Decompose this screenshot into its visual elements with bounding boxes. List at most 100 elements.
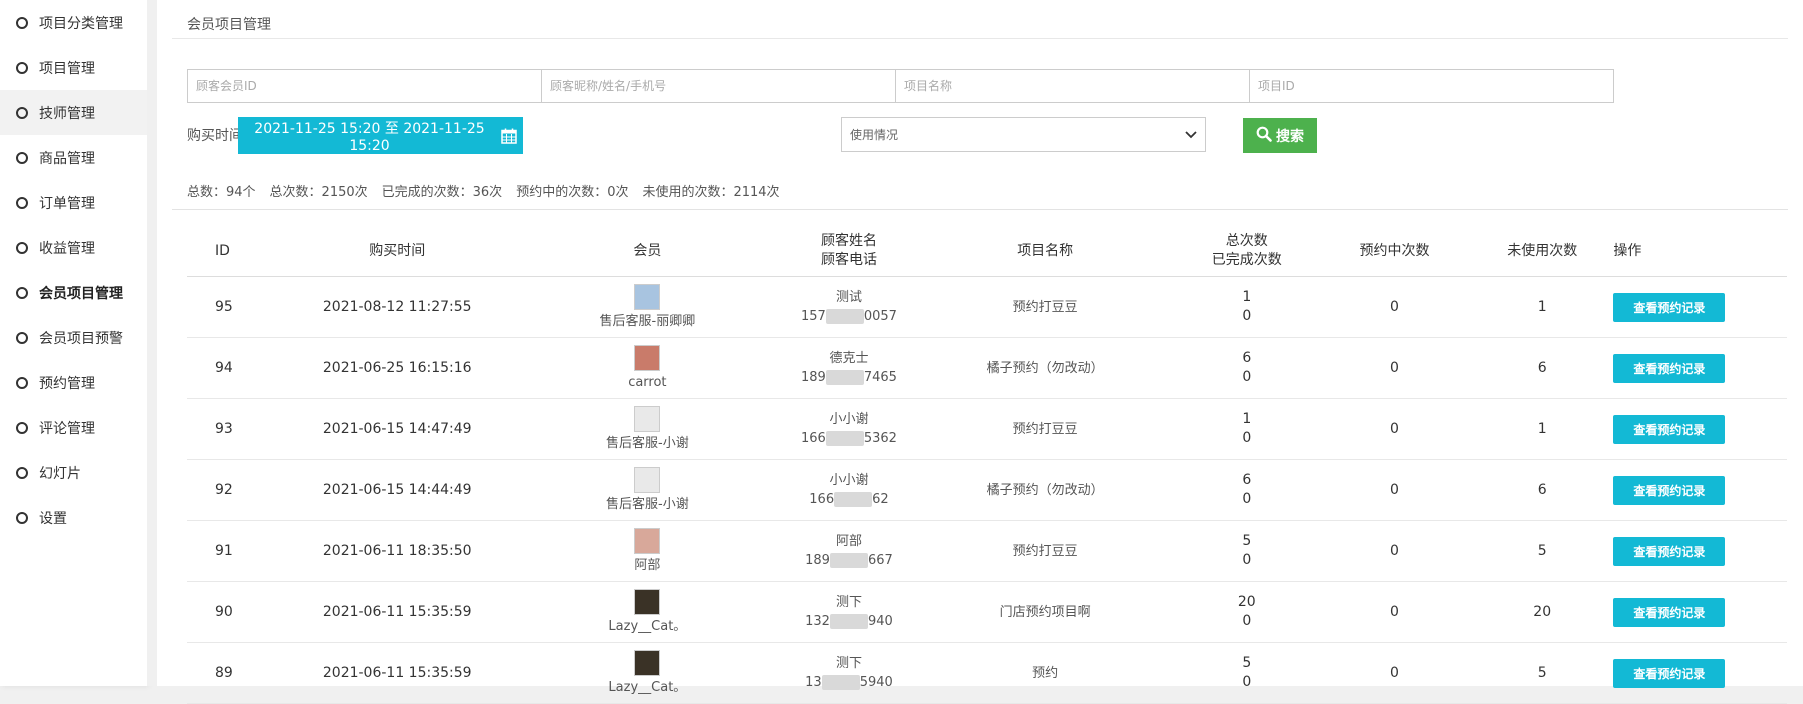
usage-select[interactable]: 使用情况 — [841, 117, 1206, 152]
customer-name: 测下 — [835, 656, 862, 671]
table-row: 93 2021-06-15 14:47:49 售后客服-小谢 小小谢 166 5362 预约… — [187, 398, 1787, 460]
sidebar-item[interactable]: 项目管理 — [0, 45, 147, 90]
date-range-picker[interactable]: 2021-11-25 15:20 至 2021-11-25 15:20 — [238, 117, 523, 154]
phone-mask — [829, 553, 868, 568]
cell-times: 50 — [1175, 642, 1318, 704]
phone-prefix: 166 — [801, 431, 826, 446]
avatar — [634, 466, 661, 493]
customer-name: 阿部 — [835, 534, 862, 549]
view-booking-records-button[interactable]: 查看预约记录 — [1613, 475, 1726, 505]
view-booking-records-button[interactable]: 查看预约记录 — [1613, 414, 1726, 444]
sidebar-item[interactable]: 项目分类管理 — [0, 0, 147, 45]
phone-prefix: 166 — [809, 492, 835, 507]
project-name-input[interactable] — [895, 69, 1260, 103]
cell-customer: 测下 13 5940 — [783, 642, 915, 704]
col-id: ID — [187, 226, 283, 277]
sidebar-item-label: 幻灯片 — [39, 465, 81, 482]
sidebar-item[interactable]: 会员项目管理 — [0, 270, 147, 315]
member-id-input[interactable] — [187, 69, 552, 103]
sidebar-item-label: 设置 — [39, 510, 67, 527]
cell-times: 50 — [1175, 520, 1318, 582]
sidebar-item-label: 订单管理 — [39, 195, 95, 212]
customer-phone: 166 62 — [784, 490, 914, 509]
cell-buy-time: 2021-06-15 14:47:49 — [282, 398, 512, 460]
member-name: 售后客服-小谢 — [606, 435, 689, 451]
phone-prefix: 157 — [801, 309, 826, 324]
phone-prefix: 132 — [805, 614, 830, 629]
cell-action: 查看预约记录 — [1613, 581, 1787, 643]
cell-times: 60 — [1175, 459, 1318, 521]
cell-customer: 阿部 189 667 — [783, 520, 915, 582]
col-times: 总次数 已完成次数 — [1175, 226, 1318, 277]
cell-times: 10 — [1175, 398, 1318, 460]
sidebar-item[interactable]: 设置 — [0, 495, 147, 540]
done-times: 0 — [1242, 308, 1252, 324]
cell-unused-times: 6 — [1471, 459, 1614, 521]
col-total-times: 总次数 — [1225, 233, 1268, 249]
cell-customer: 测下 132 940 — [783, 581, 915, 643]
member-name: 售后客服-丽卿卿 — [599, 313, 696, 329]
table-header-row: ID 购买时间 会员 顾客姓名 顾客电话 项目名称 总次数 已完成次数 预约中次… — [187, 226, 1787, 277]
phone-mask — [829, 614, 868, 629]
cell-id: 92 — [187, 459, 283, 521]
circle-bullet-icon — [16, 241, 28, 254]
cell-booking-times: 0 — [1317, 337, 1472, 399]
cell-project-name: 橘子预约（勿改动） — [914, 337, 1176, 399]
customer-phone: 13 5940 — [784, 673, 914, 692]
sidebar-item[interactable]: 幻灯片 — [0, 450, 147, 495]
cell-buy-time: 2021-06-11 15:35:59 — [282, 581, 512, 643]
cell-id: 90 — [187, 581, 283, 643]
col-done-times: 已完成次数 — [1211, 252, 1282, 268]
view-booking-records-button[interactable]: 查看预约记录 — [1613, 658, 1726, 688]
stat-total: 总数：94个 — [187, 185, 256, 200]
col-customer-name: 顾客姓名 — [820, 233, 877, 249]
phone-suffix: 5940 — [859, 675, 893, 690]
stat-total-times: 总次数：2150次 — [269, 185, 368, 200]
sidebar-item[interactable]: 预约管理 — [0, 360, 147, 405]
cell-customer: 小小谢 166 5362 — [783, 398, 915, 460]
customer-phone: 189 667 — [784, 551, 914, 570]
search-button[interactable]: 搜索 — [1243, 118, 1317, 153]
total-times: 6 — [1242, 350, 1252, 366]
cell-buy-time: 2021-06-11 18:35:50 — [282, 520, 512, 582]
total-times: 1 — [1242, 289, 1252, 305]
cell-id: 94 — [187, 337, 283, 399]
table-row: 91 2021-06-11 18:35:50 阿部 阿部 189 667 预约打豆豆 5 0 0 5… — [187, 520, 1787, 582]
view-booking-records-button[interactable]: 查看预约记录 — [1613, 536, 1726, 566]
stat-unused-times: 未使用的次数：2114次 — [642, 185, 780, 200]
table-row: 90 2021-06-11 15:35:59 Lazy__Cat。 测下 132 940 门… — [187, 581, 1787, 643]
project-id-input[interactable] — [1249, 69, 1614, 103]
sidebar-item[interactable]: 收益管理 — [0, 225, 147, 270]
col-customer-phone: 顾客电话 — [820, 252, 877, 268]
table-row: 92 2021-06-15 14:44:49 售后客服-小谢 小小谢 166 62 橘子预约… — [187, 459, 1787, 521]
sidebar-item[interactable]: 评论管理 — [0, 405, 147, 450]
cell-member: 阿部 — [511, 520, 784, 582]
sidebar-item[interactable]: 会员项目预警 — [0, 315, 147, 360]
circle-bullet-icon — [16, 61, 28, 74]
member-project-table: ID 购买时间 会员 顾客姓名 顾客电话 项目名称 总次数 已完成次数 预约中次… — [187, 226, 1787, 704]
phone-suffix: 940 — [867, 614, 893, 629]
cell-member: carrot — [511, 337, 784, 399]
cell-unused-times: 5 — [1471, 642, 1614, 704]
circle-bullet-icon — [16, 106, 28, 119]
phone-prefix: 13 — [805, 675, 822, 690]
stat-booking-times: 预约中的次数：0次 — [516, 185, 629, 200]
view-booking-records-button[interactable]: 查看预约记录 — [1613, 353, 1726, 383]
view-booking-records-button[interactable]: 查看预约记录 — [1613, 597, 1726, 627]
customer-phone: 166 5362 — [784, 429, 914, 448]
circle-bullet-icon — [16, 421, 28, 434]
cell-action: 查看预约记录 — [1613, 276, 1787, 338]
search-label: 搜索 — [1276, 128, 1304, 145]
sidebar-item[interactable]: 商品管理 — [0, 135, 147, 180]
table-row: 89 2021-06-11 15:35:59 Lazy__Cat。 测下 13 5940 预… — [187, 642, 1787, 704]
view-booking-records-button[interactable]: 查看预约记录 — [1613, 292, 1726, 322]
sidebar-item[interactable]: 技师管理 — [0, 90, 147, 135]
total-times: 5 — [1242, 533, 1252, 549]
cell-id: 93 — [187, 398, 283, 460]
member-name: carrot — [628, 374, 667, 390]
member-name: 售后客服-小谢 — [606, 496, 689, 512]
avatar — [634, 405, 661, 432]
sidebar-item[interactable]: 订单管理 — [0, 180, 147, 225]
nickname-input[interactable] — [541, 69, 906, 103]
customer-name: 德克士 — [829, 351, 869, 366]
